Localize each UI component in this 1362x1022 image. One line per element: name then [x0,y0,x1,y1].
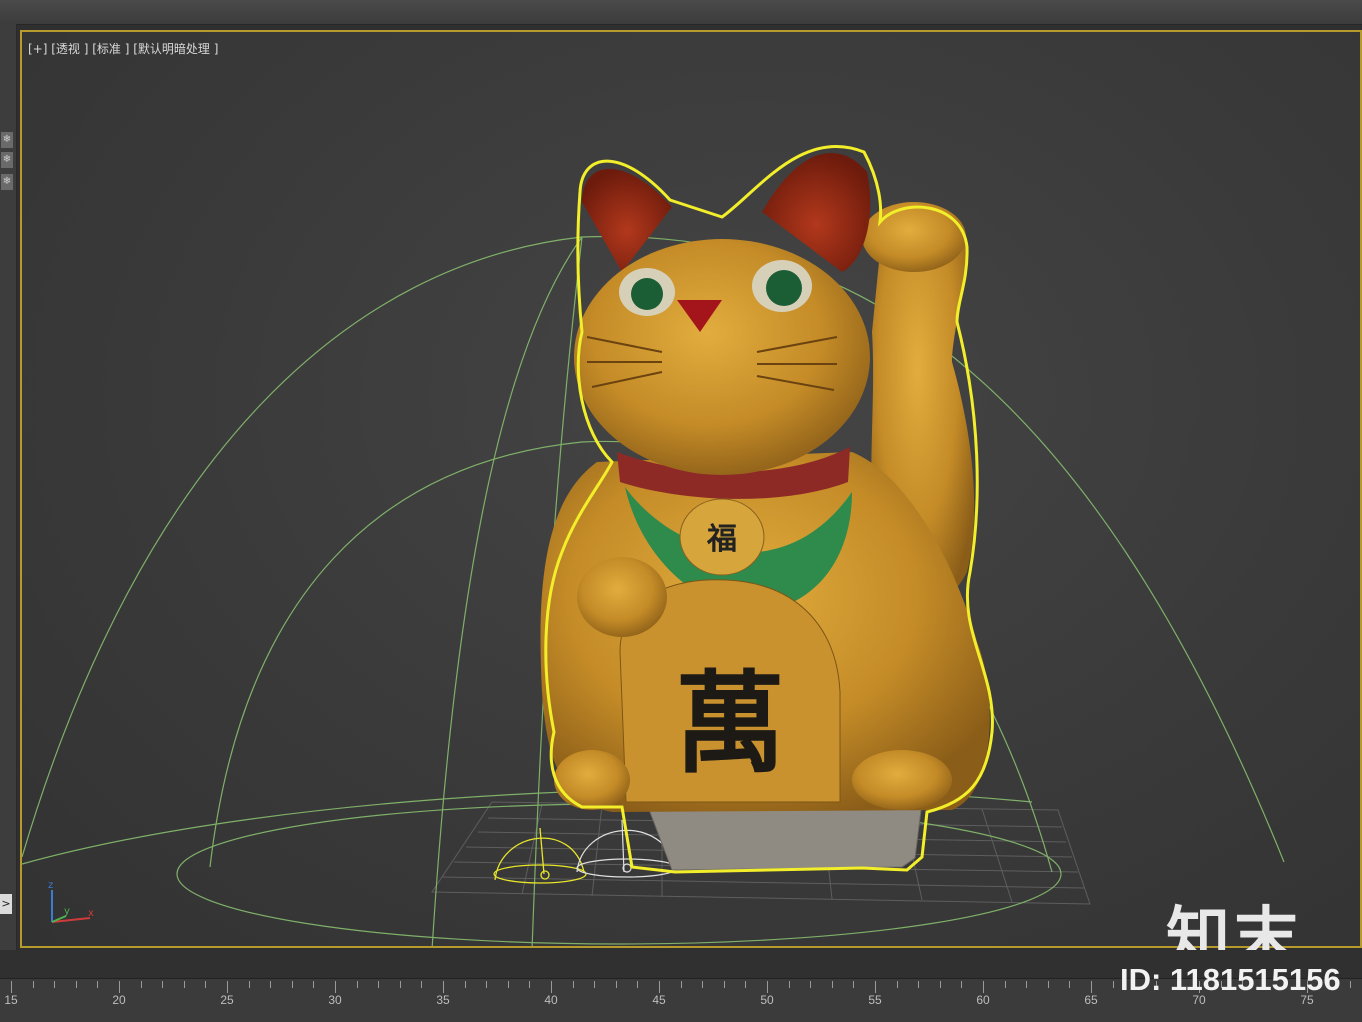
time-tick [1004,981,1006,988]
time-tick [680,981,682,988]
time-tick [810,981,812,988]
perspective-viewport[interactable]: [+] [透视 ] [标准 ] [默认明暗处理 ] 福 萬 z x y [20,30,1362,948]
time-tick [615,981,617,988]
time-tick [291,981,293,988]
time-tick [702,981,704,988]
svg-text:萬: 萬 [675,660,785,788]
time-tick [97,981,99,988]
time-tick [551,981,552,993]
scene-canvas[interactable]: 福 萬 z x y [22,32,1360,946]
time-tick-label: 30 [328,993,342,1007]
time-tick [767,981,768,993]
time-tick [54,981,56,988]
time-tick [335,981,336,993]
time-tick [572,981,574,988]
svg-text:z: z [48,880,53,891]
time-tick [745,981,747,988]
time-tick [1350,981,1352,988]
time-tick [1069,981,1071,988]
time-tick [788,981,790,988]
time-tick [961,981,963,988]
time-tick [831,981,833,988]
time-tick [939,981,941,988]
time-tick-label: 45 [652,993,666,1007]
axis-tripod-icon: z x y [48,880,94,923]
freeze-icon[interactable]: ❄ [1,152,13,168]
time-tick [378,981,380,988]
time-tick [11,981,12,993]
time-tick-label: 20 [112,993,126,1007]
time-tick [637,981,639,988]
freeze-icon[interactable]: ❄ [1,174,13,190]
time-tick-label: 35 [436,993,450,1007]
expand-arrow-icon[interactable]: > [0,894,12,914]
time-tick [875,981,876,993]
time-tick-label: 25 [220,993,234,1007]
time-tick [183,981,185,988]
time-tick [1047,981,1049,988]
time-tick [356,981,358,988]
time-tick [486,981,488,988]
time-tick [1091,981,1092,993]
svg-text:y: y [64,906,70,917]
time-tick [399,981,401,988]
time-tick-label: 40 [544,993,558,1007]
lucky-cat-model: 福 萬 [540,152,990,871]
time-tick [983,981,984,993]
time-tick [75,981,77,988]
time-tick [723,981,725,988]
time-tick [1112,981,1114,988]
time-tick [896,981,898,988]
time-tick [529,981,531,988]
svg-text:x: x [88,908,94,919]
time-tick [507,981,509,988]
time-tick [248,981,250,988]
time-tick [918,981,920,988]
toolbar [0,0,1362,25]
time-tick [659,981,660,993]
time-tick [594,981,596,988]
time-tick [119,981,120,993]
time-tick-label: 55 [868,993,882,1007]
time-tick [140,981,142,988]
time-tick [421,981,423,988]
time-tick [443,981,444,993]
time-tick [464,981,466,988]
left-command-strip: ❄ ❄ ❄ > [0,24,17,954]
time-tick [853,981,855,988]
time-tick-label: 15 [4,993,18,1007]
time-tick-label: 50 [760,993,774,1007]
time-tick-label: 60 [976,993,990,1007]
helper-dome-yellow [493,827,587,884]
time-tick [205,981,207,988]
freeze-icon[interactable]: ❄ [1,132,13,148]
svg-text:福: 福 [706,522,737,557]
time-tick [1026,981,1028,988]
time-tick [227,981,228,993]
time-tick-label: 65 [1084,993,1098,1007]
time-tick [162,981,164,988]
time-tick [270,981,272,988]
time-tick [313,981,315,988]
watermark-id: ID: 1181515156 [1120,962,1341,997]
time-tick [32,981,34,988]
